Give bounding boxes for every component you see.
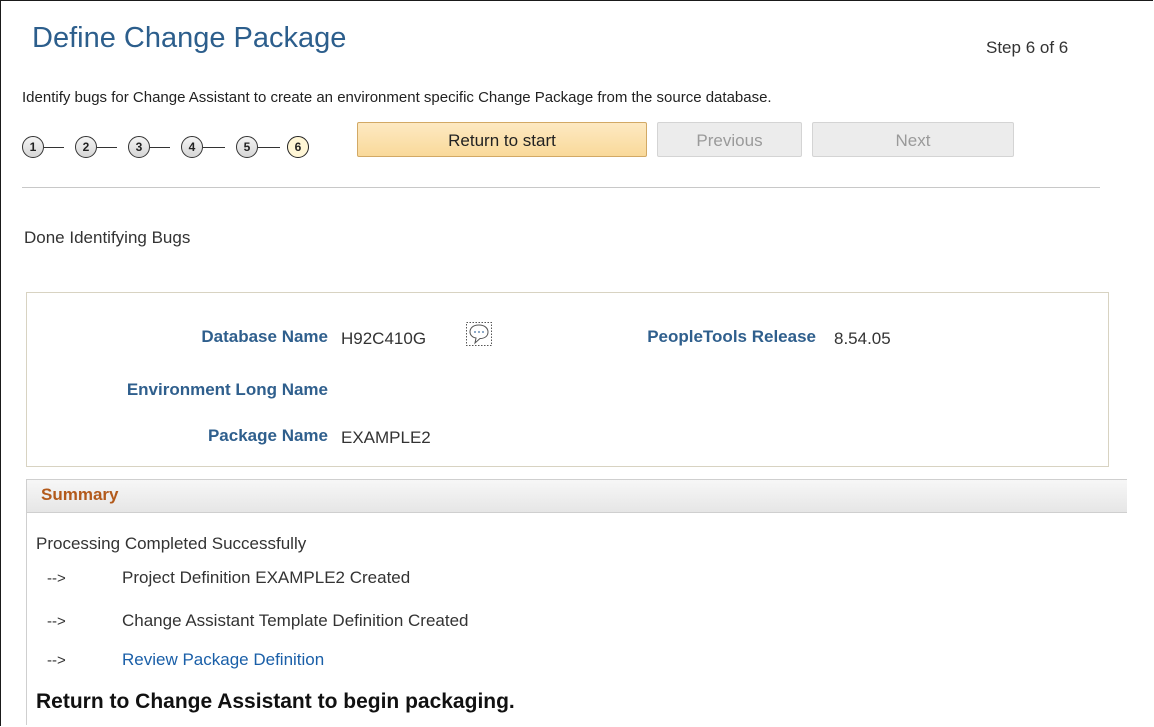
summary-line-project: Project Definition EXAMPLE2 Created (122, 568, 411, 587)
arrow-text: --> (47, 570, 66, 587)
peopletools-release-label: PeopleTools Release (647, 327, 816, 346)
package-name-label: Package Name (207, 426, 328, 445)
next-button: Next (812, 122, 1014, 157)
peopletools-release-value: 8.54.05 (834, 329, 891, 348)
previous-button: Previous (657, 122, 802, 157)
arrow-text: --> (47, 652, 66, 669)
step-connector (44, 147, 64, 148)
step-6-current: 6 (287, 136, 309, 158)
processing-status-text: Processing Completed Successfully (36, 534, 307, 553)
step-indicator-text: Step 6 of 6 (986, 38, 1069, 57)
final-message: Return to Change Assistant to begin pack… (36, 690, 515, 713)
step-connector (258, 147, 280, 148)
summary-line-template: Change Assistant Template Definition Cre… (122, 611, 469, 630)
step-2-button[interactable]: 2 (75, 136, 97, 158)
step-3-button[interactable]: 3 (128, 136, 150, 158)
step-4-button[interactable]: 4 (181, 136, 203, 158)
database-name-value: H92C410G (341, 329, 427, 348)
status-text: Done Identifying Bugs (24, 228, 191, 247)
step-connector (97, 147, 117, 148)
step-5-button[interactable]: 5 (236, 136, 258, 158)
page-title: Define Change Package (32, 22, 347, 54)
summary-panel (26, 479, 1127, 725)
package-name-value: EXAMPLE2 (341, 428, 431, 447)
review-package-definition-link[interactable]: Review Package Definition (122, 650, 324, 670)
arrow-text: --> (47, 613, 66, 630)
chat-bubble-icon[interactable] (466, 322, 492, 346)
database-name-label: Database Name (201, 327, 328, 346)
summary-header (27, 480, 1127, 513)
step-navigator: 1 2 3 4 5 6 (22, 133, 318, 163)
step-connector (203, 147, 225, 148)
summary-title: Summary (41, 485, 119, 504)
header-divider (22, 187, 1100, 188)
environment-long-name-label: Environment Long Name (126, 380, 328, 399)
instructions-text: Identify bugs for Change Assistant to cr… (22, 89, 772, 106)
return-to-start-button[interactable]: Return to start (357, 122, 647, 157)
step-1-button[interactable]: 1 (22, 136, 44, 158)
step-connector (150, 147, 170, 148)
